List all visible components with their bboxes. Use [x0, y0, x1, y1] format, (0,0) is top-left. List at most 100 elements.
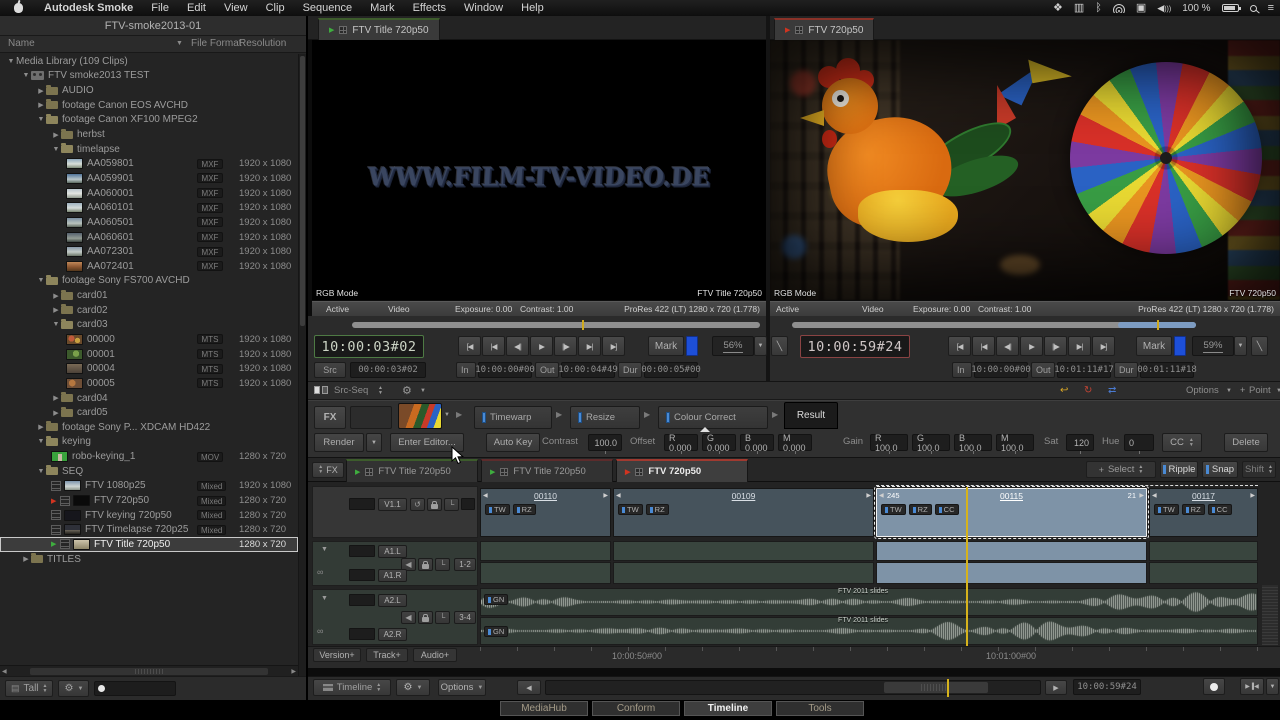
library-row[interactable]: ▶herbst [0, 127, 298, 142]
library-row[interactable]: AA060001MXF1920 x 1080 [0, 186, 298, 201]
library-row[interactable]: ▶footage Sony P... XDCAM HD422 [0, 420, 298, 435]
app-tab-tools[interactable]: Tools [776, 701, 864, 716]
fx-bypass-button[interactable] [350, 406, 392, 429]
collapse-icon[interactable]: ▼ [321, 546, 328, 553]
fx-button[interactable]: FX [314, 406, 346, 429]
video-track-header[interactable]: V1.1 ↺ └ [312, 486, 478, 538]
dur-button[interactable]: Dur [618, 362, 642, 378]
notification-center-icon[interactable]: ≡ [1268, 3, 1274, 13]
lock-icon[interactable] [418, 558, 433, 571]
result-tab[interactable]: Result [784, 402, 838, 429]
trim-right-icon[interactable]: ▶ [866, 492, 871, 499]
play-stop-button[interactable]: ||▶ [1044, 336, 1067, 356]
expanded-arrow-icon[interactable]: ▼ [36, 438, 46, 445]
stereo-link-icon[interactable]: ∞ [317, 567, 323, 577]
fit-view-button[interactable]: ▶▐◀ [1240, 678, 1264, 695]
current-timecode-field[interactable]: 10:00:59#24 [1073, 679, 1141, 695]
goto-out-button[interactable]: ▶] [1092, 336, 1115, 356]
gear-caret-icon[interactable]: ▼ [420, 388, 426, 394]
library-row[interactable]: AA072301MXF1920 x 1080 [0, 244, 298, 259]
shift-select[interactable]: Shift ▲▼ [1242, 461, 1276, 478]
lock-icon[interactable] [418, 611, 433, 624]
scroll-right-icon[interactable]: ▶ [291, 668, 296, 675]
cycle-icon[interactable]: ↺ [410, 498, 425, 511]
add-version-button[interactable]: Version+ [313, 648, 361, 662]
source-timecode-display[interactable]: 10:00:03#02 [314, 335, 424, 358]
collapse-icon[interactable]: ▼ [321, 595, 328, 602]
column-resolution[interactable]: Resolution [239, 38, 286, 49]
scrollbar-thumb[interactable] [884, 682, 988, 693]
node-enable-icon[interactable] [578, 412, 582, 423]
menu-mark[interactable]: Mark [361, 2, 403, 14]
viewer-tab-left[interactable]: ▶ FTV Title 720p50 [318, 18, 440, 40]
column-name[interactable]: Name [8, 38, 35, 49]
library-row[interactable]: 00005MTS1920 x 1080 [0, 376, 298, 391]
audio-track-label-a1r[interactable]: A1.R [378, 569, 407, 582]
corner-route-icon[interactable]: └ [444, 498, 459, 511]
library-row[interactable]: AA060601MXF1920 x 1080 [0, 230, 298, 245]
audio-segment[interactable] [480, 562, 611, 584]
locator-button[interactable] [1203, 678, 1225, 695]
sequence-tab-2[interactable]: ▶FTV Title 720p50 [481, 459, 613, 482]
dur-timecode-field[interactable]: 00:00:05#00 [644, 362, 698, 378]
dual-view-icon2[interactable] [322, 386, 328, 394]
sat-field[interactable]: 120 [1066, 434, 1094, 451]
collapsed-arrow-icon[interactable]: ▶ [51, 394, 61, 402]
scroll-left-icon[interactable]: ◀ [2, 668, 7, 675]
blue-swap-icon[interactable]: ⇄ [1108, 385, 1116, 396]
render-button[interactable]: Render [314, 433, 364, 452]
collapsed-arrow-icon[interactable]: ▶ [51, 292, 61, 300]
app-tab-mediahub[interactable]: MediaHub [500, 701, 588, 716]
app-tab-conform[interactable]: Conform [592, 701, 680, 716]
collapsed-arrow-icon[interactable]: ▶ [51, 306, 61, 314]
timeline-scrollbar[interactable] [545, 680, 1041, 695]
select-tool[interactable]: + Select ▲▼ [1086, 461, 1156, 478]
zoom-caret-button[interactable]: ▼ [754, 336, 767, 356]
clip-badge-tw[interactable]: TW [881, 504, 906, 515]
dropbox-icon[interactable]: ❖ [1053, 3, 1063, 13]
library-gear-button[interactable]: ⚙ ▼ [58, 680, 89, 697]
audio-segment[interactable] [613, 541, 874, 561]
menu-sequence[interactable]: Sequence [294, 2, 362, 14]
apple-icon[interactable] [14, 3, 23, 13]
yellow-return-icon[interactable]: ↩ [1060, 385, 1068, 396]
shift-stepper[interactable]: ▲▼ [1268, 465, 1273, 475]
hue-field[interactable]: 0 [1124, 434, 1154, 451]
clip-badge-rz[interactable]: RZ [1182, 504, 1205, 515]
clip-badge-cc[interactable]: CC [935, 504, 959, 515]
library-row[interactable]: ▶TITLES [0, 552, 298, 567]
mark-button[interactable]: Mark [648, 336, 684, 356]
pan-tool-button[interactable]: ╲ [1251, 336, 1268, 356]
play-button[interactable]: ▶ [1020, 336, 1043, 356]
clip-badge-cc[interactable]: CC [1208, 504, 1232, 515]
app-menu[interactable]: Autodesk Smoke [35, 2, 142, 14]
library-row[interactable]: ▼SEQ [0, 464, 298, 479]
dual-view-icon[interactable] [314, 386, 320, 394]
expanded-arrow-icon[interactable]: ▼ [51, 321, 61, 328]
in-button[interactable]: In [456, 362, 476, 378]
timeline-clip-00110[interactable]: ◀00110▶TWRZ [480, 488, 611, 537]
library-horizontal-scrollbar[interactable]: ◀ ▶ [0, 665, 298, 676]
view-mode-select[interactable]: ▤ Tall ▲▼ [5, 680, 53, 697]
source-position-bar[interactable] [352, 322, 760, 328]
app-tab-timeline[interactable]: Timeline [684, 701, 772, 716]
trim-left-icon[interactable]: ◀ [616, 492, 621, 499]
corner-route-icon[interactable]: └ [435, 611, 450, 624]
menu-view[interactable]: View [215, 2, 257, 14]
record-zoom-select[interactable]: 59% [1192, 336, 1234, 356]
out-timecode-field[interactable]: 10:00:04#49 [561, 362, 615, 378]
mark-color-chip[interactable] [1174, 336, 1186, 356]
lock-icon[interactable] [427, 498, 442, 511]
fx-node-colour-correct[interactable]: Colour Correct [658, 406, 768, 429]
clip-badge-rz[interactable]: RZ [513, 504, 536, 515]
timeline-options-button[interactable]: Options▼ [438, 679, 486, 696]
library-row[interactable]: ▶footage Canon EOS AVCHD [0, 98, 298, 113]
gear-icon[interactable]: ⚙ [402, 384, 412, 397]
src-seq-stepper[interactable]: ▲▼ [378, 386, 383, 396]
timeline-gear-button[interactable]: ⚙▼ [396, 679, 430, 696]
library-row[interactable]: AA072401MXF1920 x 1080 [0, 259, 298, 274]
audio1-track-header[interactable]: ▼ A1.L ◀ └ 1-2 ∞ A1.R [312, 541, 478, 586]
video-track-label[interactable]: V1.1 [378, 498, 407, 511]
gain-field-m[interactable]: M 100.0 [996, 434, 1034, 451]
library-row[interactable]: ▶FTV 720p50Mixed1280 x 720 [0, 493, 298, 508]
